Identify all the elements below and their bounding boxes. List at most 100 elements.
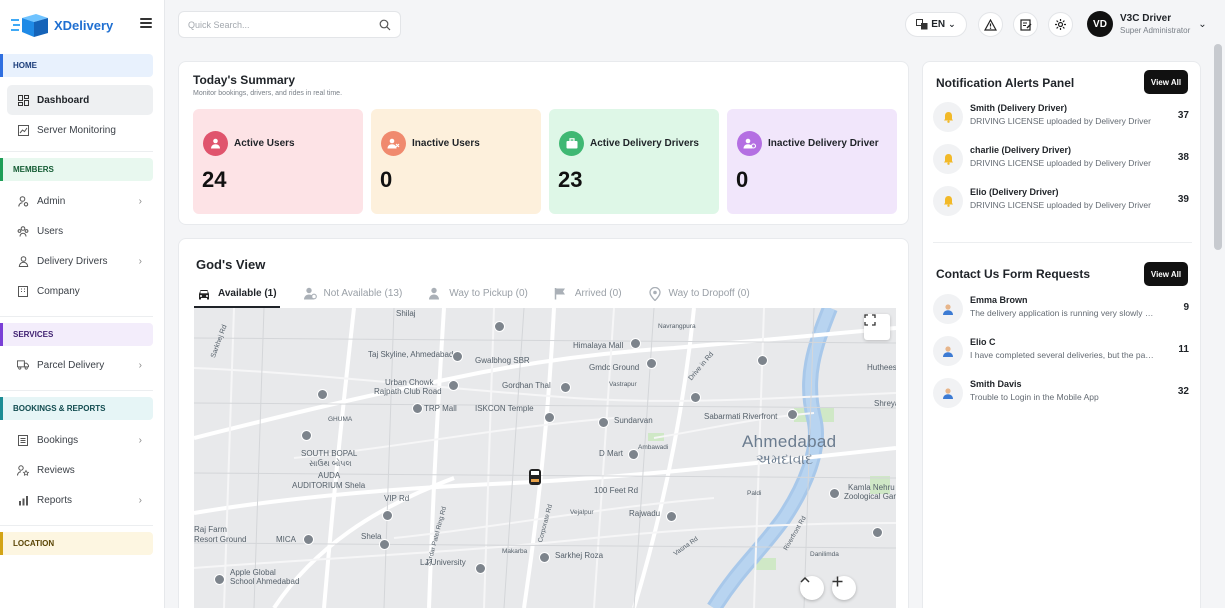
notification-title: Elio (Delivery Driver)	[970, 187, 1059, 197]
stat-active-drivers[interactable]: Active Delivery Drivers 23	[549, 109, 719, 214]
poi-marker	[787, 409, 798, 420]
stat-active-users[interactable]: Active Users 24	[193, 109, 363, 214]
notification-title: Smith (Delivery Driver)	[970, 103, 1068, 113]
sidebar-item-dashboard[interactable]: Dashboard	[7, 85, 153, 115]
map-label-city: Ahmedabad	[742, 432, 837, 451]
tab-available[interactable]: Available (1)	[194, 281, 280, 308]
stat-inactive-drivers[interactable]: Inactive Delivery Driver 0	[727, 109, 897, 214]
poi-marker	[448, 380, 459, 391]
contact-request-item[interactable]: Elio C I have completed several deliveri…	[933, 334, 1192, 368]
tab-label: Available (1)	[218, 288, 277, 299]
map-label: Apple Global	[230, 568, 276, 577]
contact-count: 32	[1177, 386, 1189, 397]
right-panel: Notification Alerts Panel View All Smith…	[922, 61, 1201, 608]
map-label: Vastrapur	[609, 381, 637, 388]
search-input[interactable]	[188, 19, 368, 30]
fullscreen-icon[interactable]	[864, 314, 890, 340]
list-icon	[17, 434, 29, 446]
sidebar-item-company[interactable]: Company	[0, 276, 164, 306]
notification-desc: DRIVING LICENSE uploaded by Delivery Dri…	[970, 158, 1151, 168]
user-menu[interactable]: VD V3C Driver Super Administrator ⌄	[1087, 11, 1207, 37]
notifications-view-all-button[interactable]: View All	[1144, 70, 1188, 94]
zoom-in-icon[interactable]	[832, 576, 856, 600]
poi-marker	[598, 417, 609, 428]
poi-marker	[872, 527, 883, 538]
notification-item[interactable]: Smith (Delivery Driver) DRIVING LICENSE …	[933, 100, 1192, 134]
page-scrollbar[interactable]	[1214, 44, 1222, 250]
map-label: Shilaj	[396, 309, 416, 318]
tab-way-to-pickup[interactable]: Way to Pickup (0)	[425, 281, 531, 308]
notification-count: 39	[1177, 194, 1189, 205]
sidebar-item-label: Parcel Delivery	[37, 359, 105, 371]
map-label: Sundarvan	[614, 416, 653, 425]
contact-request-item[interactable]: Emma Brown The delivery application is r…	[933, 292, 1192, 326]
map-label: Sarkhej Roza	[555, 551, 604, 560]
user-icon	[203, 131, 228, 156]
search-icon[interactable]	[379, 19, 391, 31]
sidebar-item-bookings[interactable]: Bookings ›	[0, 425, 164, 455]
sidebar-item-delivery-drivers[interactable]: Delivery Drivers ›	[0, 246, 164, 276]
notification-desc: DRIVING LICENSE uploaded by Delivery Dri…	[970, 116, 1151, 126]
notification-item[interactable]: Elio (Delivery Driver) DRIVING LICENSE u…	[933, 184, 1192, 218]
gods-view-card: God's View Available (1) Not Available (…	[178, 238, 909, 608]
stat-label: Active Users	[234, 138, 295, 149]
contact-message: I have completed several deliveries, but…	[970, 350, 1155, 360]
stat-value: 0	[736, 167, 749, 192]
map-label: સાઉથ બોપલ	[309, 459, 352, 468]
map-label: Vejalpur	[570, 509, 594, 516]
chevron-right-icon: ›	[138, 255, 142, 267]
bar-chart-icon	[17, 494, 29, 506]
sidebar-item-reports[interactable]: Reports ›	[0, 485, 164, 515]
sidebar-item-users[interactable]: Users	[0, 216, 164, 246]
tab-not-available[interactable]: Not Available (13)	[300, 281, 406, 308]
search-box[interactable]	[178, 11, 401, 38]
map-label: Raj Farm	[194, 525, 227, 534]
building-icon	[17, 285, 29, 297]
menu-toggle-icon[interactable]	[140, 18, 152, 28]
sidebar-item-admin[interactable]: Admin ›	[0, 186, 164, 216]
sidebar-item-label: Admin	[37, 195, 66, 207]
map-label: AUDITORIUM Shela	[292, 481, 366, 490]
map-view[interactable]: Shilaj Taj Skyline, Ahmedabad Gwalbhog S…	[194, 308, 896, 608]
person-avatar-icon	[933, 336, 963, 366]
map-label: AUDA	[318, 471, 341, 480]
stat-inactive-users[interactable]: Inactive Users 0	[371, 109, 541, 214]
alert-button[interactable]	[978, 12, 1003, 37]
sidebar-item-label: Server Monitoring	[37, 124, 116, 136]
sidebar-item-reviews[interactable]: Reviews	[0, 455, 164, 485]
sidebar-item-label: Bookings	[37, 434, 79, 446]
driver-car-icon[interactable]	[528, 468, 542, 486]
map-label: 100 Feet Rd	[594, 486, 639, 495]
language-selector[interactable]: EN ⌄	[905, 12, 967, 37]
tab-way-to-dropoff[interactable]: Way to Dropoff (0)	[645, 281, 753, 308]
driver-icon	[17, 255, 29, 267]
map-label: TRP Mall	[424, 404, 457, 413]
truck-icon	[17, 359, 29, 371]
settings-button[interactable]	[1048, 12, 1073, 37]
chevron-right-icon: ›	[138, 434, 142, 446]
sidebar-item-parcel-delivery[interactable]: Parcel Delivery ›	[0, 350, 164, 380]
map-label: SOUTH BOPAL	[301, 449, 358, 458]
contact-name: Smith Davis	[970, 379, 1022, 389]
notification-item[interactable]: charlie (Delivery Driver) DRIVING LICENS…	[933, 142, 1192, 176]
person-avatar-icon	[933, 378, 963, 408]
stat-value: 23	[558, 167, 583, 192]
chevron-right-icon: ›	[138, 494, 142, 506]
bell-icon	[933, 144, 963, 174]
notification-count: 37	[1177, 110, 1189, 121]
location-pin-icon	[648, 286, 662, 301]
sidebar-item-server-monitoring[interactable]: Server Monitoring	[0, 115, 164, 145]
tab-arrived[interactable]: Arrived (0)	[551, 281, 625, 308]
poi-marker	[544, 412, 555, 423]
contact-view-all-button[interactable]: View All	[1144, 262, 1188, 286]
contact-request-item[interactable]: Smith Davis Trouble to Login in the Mobi…	[933, 376, 1192, 410]
notes-button[interactable]	[1013, 12, 1038, 37]
map-label: Urban Chowk	[385, 378, 434, 387]
scroll-up-icon[interactable]	[800, 576, 824, 600]
map-label: Himalaya Mall	[573, 341, 624, 350]
brand-name: XDelivery	[54, 17, 114, 33]
summary-subtitle: Monitor bookings, drivers, and rides in …	[193, 90, 343, 97]
map-label: Navrangpura	[658, 323, 696, 330]
poi-marker	[560, 382, 571, 393]
map-label: School Ahmedabad	[230, 577, 300, 586]
